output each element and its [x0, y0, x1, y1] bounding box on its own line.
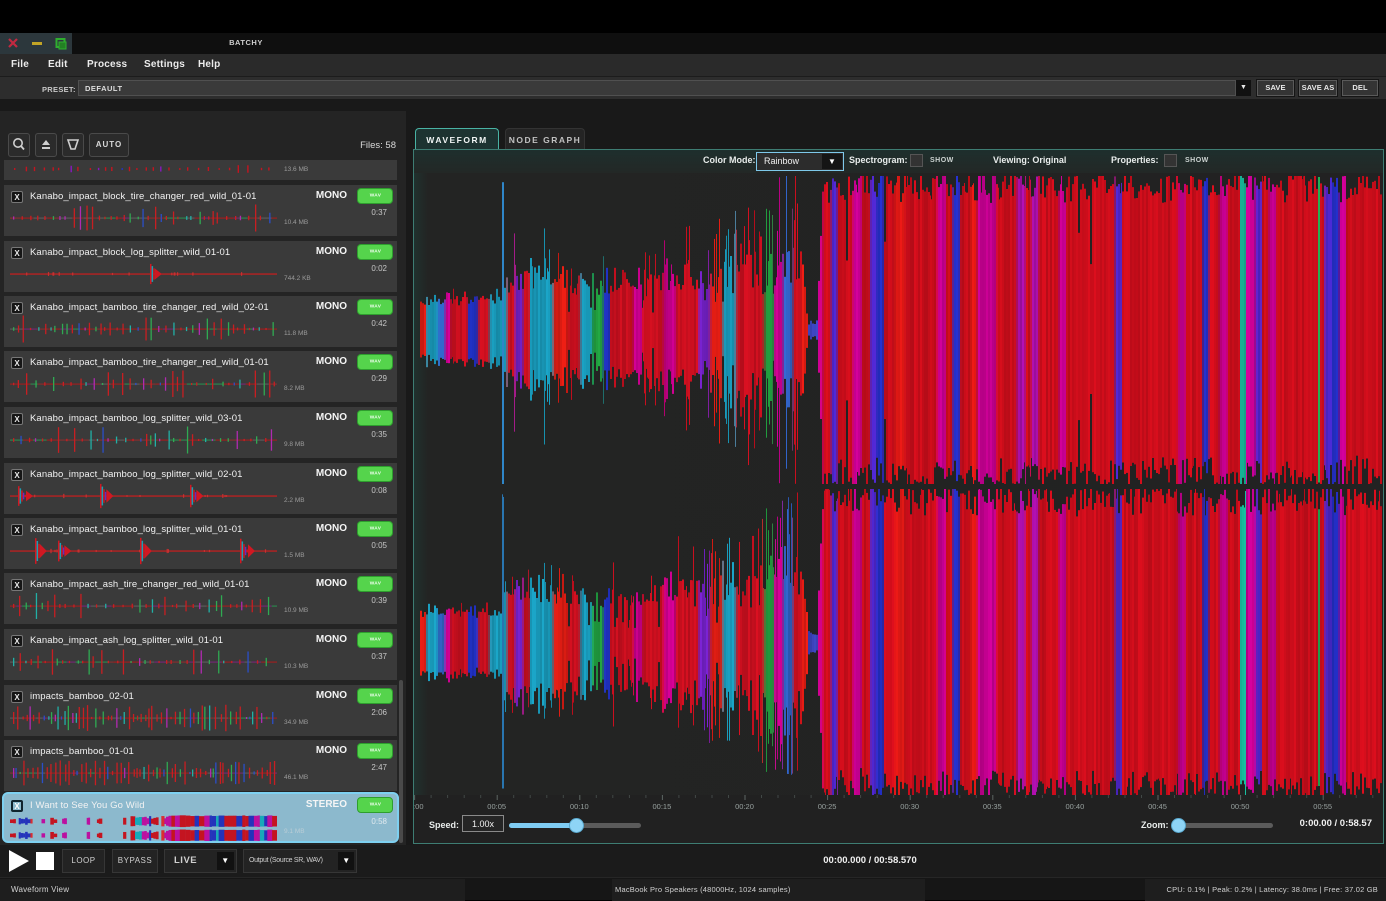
- svg-text:00:45: 00:45: [1148, 802, 1167, 811]
- svg-text:00:10: 00:10: [570, 802, 589, 811]
- svg-text:00:25: 00:25: [818, 802, 837, 811]
- svg-text:00:05: 00:05: [487, 802, 506, 811]
- svg-text:00:55: 00:55: [1313, 802, 1332, 811]
- svg-text:00:35: 00:35: [983, 802, 1002, 811]
- svg-text:00:00: 00:00: [414, 802, 423, 811]
- svg-text:00:20: 00:20: [735, 802, 754, 811]
- svg-text:00:15: 00:15: [653, 802, 672, 811]
- svg-text:00:40: 00:40: [1066, 802, 1085, 811]
- svg-text:00:50: 00:50: [1231, 802, 1250, 811]
- svg-text:00:30: 00:30: [900, 802, 919, 811]
